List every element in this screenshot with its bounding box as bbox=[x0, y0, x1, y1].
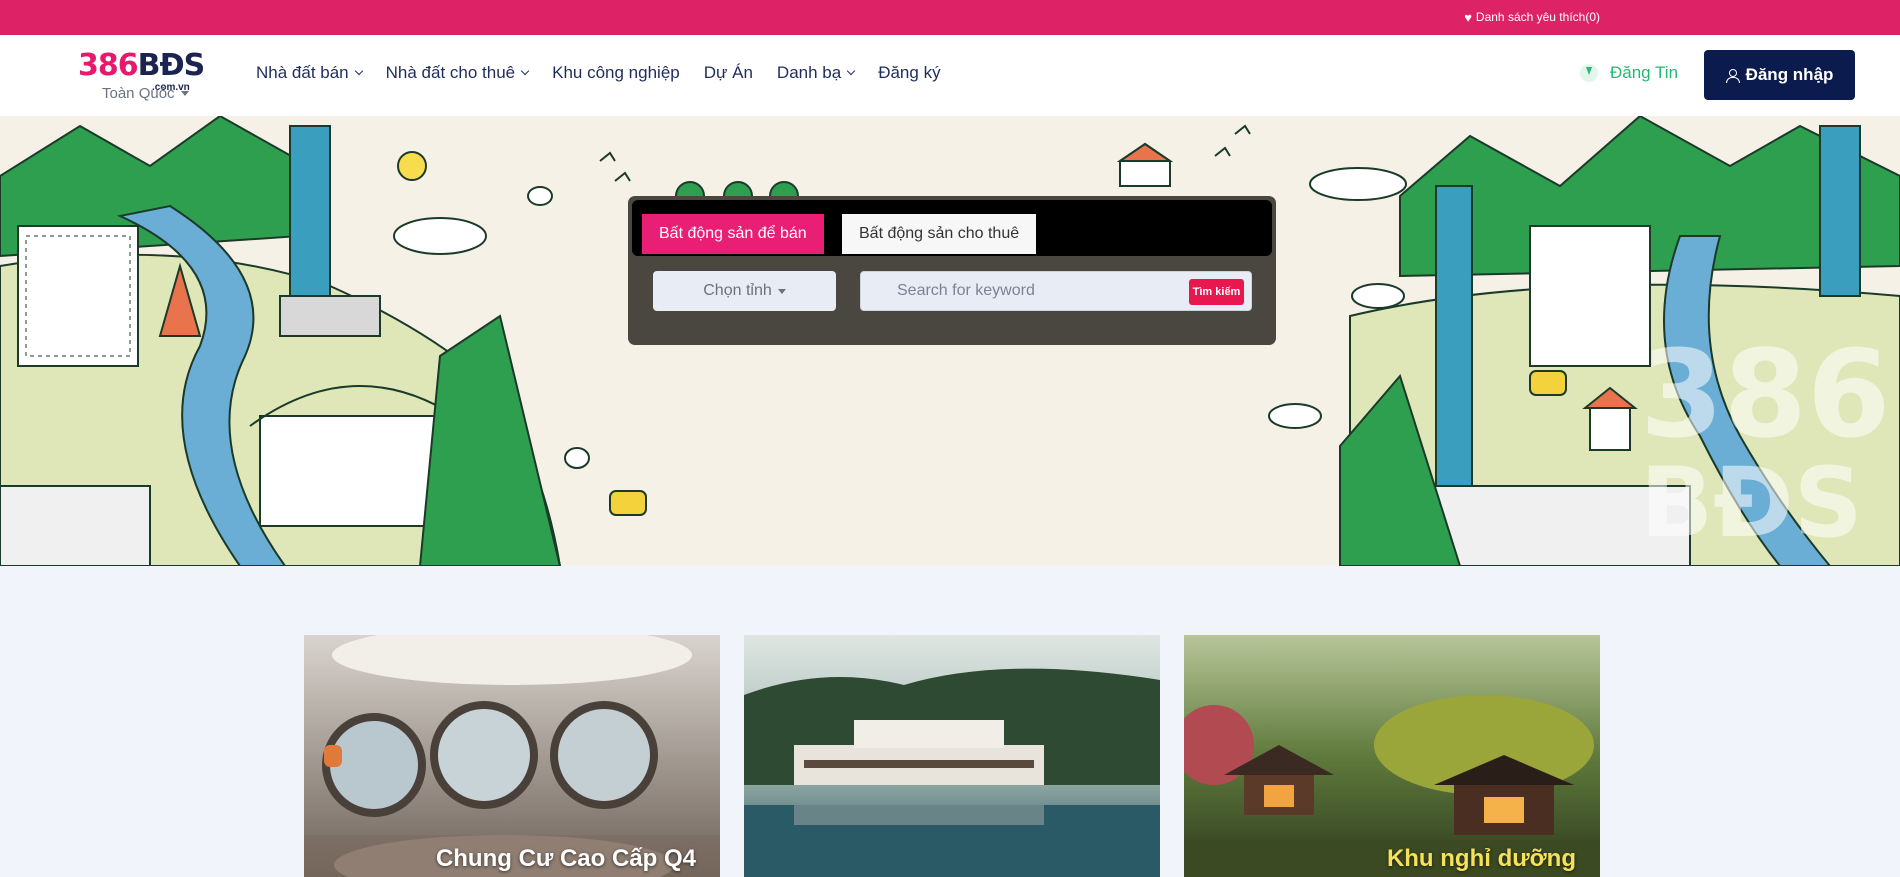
logo-letters: BĐS bbox=[137, 48, 206, 83]
nav-item-label: Nhà đất cho thuê bbox=[385, 63, 516, 82]
login-button[interactable]: Đăng nhập bbox=[1704, 50, 1855, 100]
card-title: Khu nghỉ dưỡng bbox=[1386, 845, 1576, 872]
nav-item-industrial[interactable]: Khu công nghiệp bbox=[552, 63, 680, 83]
search-tabs: Bất động sản để bán Bất động sản cho thu… bbox=[632, 200, 1272, 256]
region-label: Toàn Quốc bbox=[102, 85, 175, 102]
wishlist-link[interactable]: ♥ Danh sách yêu thích(0) bbox=[1464, 10, 1600, 24]
nav-item-directory[interactable]: Danh bạ bbox=[776, 63, 856, 83]
caret-down-icon bbox=[180, 91, 189, 96]
province-label: Chọn tỉnh bbox=[703, 282, 772, 299]
lakeside-villa-image bbox=[744, 635, 1160, 877]
chevron-down-icon bbox=[846, 66, 856, 76]
card-title: Chung Cư Cao Cấp Q4 bbox=[435, 845, 696, 872]
heart-icon: ♥ bbox=[1464, 9, 1472, 25]
caret-down-icon bbox=[777, 288, 786, 294]
wishlist-label: Danh sách yêu thích(0) bbox=[1475, 10, 1600, 24]
nav-item-register[interactable]: Đăng ký bbox=[878, 63, 940, 83]
chevron-down-icon bbox=[354, 66, 363, 76]
top-bar: ♥ Danh sách yêu thích(0) bbox=[0, 0, 1900, 35]
province-select[interactable]: Chọn tỉnh bbox=[653, 271, 836, 311]
nav-item-rent[interactable]: Nhà đất cho thuê bbox=[385, 63, 530, 83]
keyword-input[interactable] bbox=[897, 272, 1177, 310]
nav-item-projects[interactable]: Dự Án bbox=[704, 63, 753, 83]
region-selector[interactable]: Toàn Quốc bbox=[102, 85, 189, 102]
nav-item-label: Đăng ký bbox=[878, 63, 941, 82]
nav-item-label: Khu công nghiệp bbox=[552, 63, 680, 82]
search-button[interactable]: Tìm kiếm bbox=[1189, 279, 1244, 305]
download-icon bbox=[1580, 64, 1598, 82]
nav-item-label: Danh bạ bbox=[776, 63, 842, 82]
login-label: Đăng nhập bbox=[1745, 65, 1834, 84]
chevron-down-icon bbox=[520, 66, 530, 76]
post-listing-label: Đăng Tin bbox=[1610, 63, 1679, 82]
hero-banner: 386 BĐS Bất động sản để bán Bất động sản… bbox=[0, 116, 1900, 566]
svg-text:386: 386 bbox=[1640, 326, 1891, 465]
logo-number: 386 bbox=[78, 48, 139, 83]
main-nav: Nhà đất bán Nhà đất cho thuê Khu công ng… bbox=[256, 63, 941, 83]
property-card-villa[interactable] bbox=[744, 635, 1160, 877]
tab-for-sale[interactable]: Bất động sản để bán bbox=[642, 214, 824, 254]
nav-item-label: Dự Án bbox=[703, 63, 753, 82]
property-card-apartment[interactable]: Chung Cư Cao Cấp Q4 bbox=[304, 635, 720, 877]
nav-item-label: Nhà đất bán bbox=[256, 63, 349, 82]
site-logo[interactable]: 386BĐS .com.vn bbox=[78, 48, 205, 94]
user-icon bbox=[1725, 68, 1740, 83]
svg-text:BĐS: BĐS bbox=[1640, 447, 1863, 559]
keyword-field: Tìm kiếm bbox=[860, 271, 1252, 311]
post-listing-link[interactable]: Đăng Tin bbox=[1580, 63, 1678, 83]
search-panel: Bất động sản để bán Bất động sản cho thu… bbox=[628, 196, 1276, 345]
nav-item-sale[interactable]: Nhà đất bán bbox=[256, 63, 363, 83]
site-header: 386BĐS .com.vn Toàn Quốc Nhà đất bán Nhà… bbox=[0, 35, 1900, 116]
property-card-resort[interactable]: Khu nghỉ dưỡng bbox=[1184, 635, 1600, 877]
tab-for-rent[interactable]: Bất động sản cho thuê bbox=[842, 214, 1037, 254]
